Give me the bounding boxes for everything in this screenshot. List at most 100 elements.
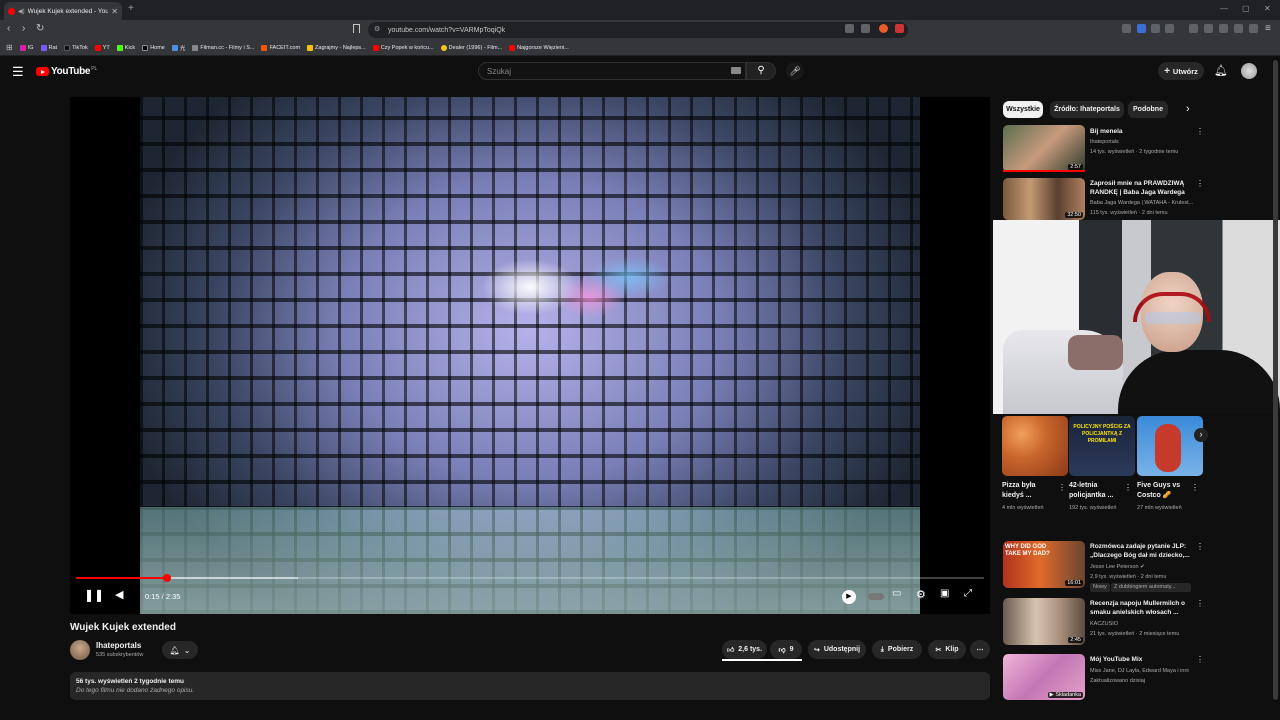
bookmark-wiezienia[interactable]: Najgorsze Więzieni... xyxy=(509,44,569,51)
autoplay-toggle[interactable] xyxy=(868,593,884,600)
apps-grid-icon[interactable]: ⊞ xyxy=(6,43,13,52)
vpn-icon[interactable] xyxy=(1249,24,1258,33)
create-button[interactable]: + Utwórz xyxy=(1158,62,1204,80)
more-actions-icon[interactable]: ⋯ xyxy=(970,640,990,659)
brave-shields-icon[interactable] xyxy=(879,24,888,33)
share-button[interactable]: ↪ Udostępnij xyxy=(808,640,866,659)
address-bar[interactable]: youtube.com/watch?v=VARMpToqiQk xyxy=(368,22,908,38)
search-input[interactable]: Szukaj xyxy=(478,62,746,80)
sidebar-icon[interactable] xyxy=(1204,24,1213,33)
video-title[interactable]: Zaprosił mnie na PRAWDZIWĄ RANDKĘ | Baba… xyxy=(1090,179,1194,197)
youtube-logo[interactable]: YouTube PL xyxy=(36,66,97,77)
short-thumbnail[interactable] xyxy=(1137,416,1203,476)
extensions-puzzle-icon[interactable] xyxy=(1234,24,1243,33)
bookmark-zagrajmy[interactable]: Zagrajmy - Najleps... xyxy=(307,44,366,51)
fullscreen-icon[interactable]: ⤢ xyxy=(964,588,972,599)
channel-avatar[interactable] xyxy=(70,640,90,660)
bookmark-filman[interactable]: Filman.cc - Filmy i S... xyxy=(192,44,254,51)
bookmark-kanji[interactable]: 光 xyxy=(171,44,185,52)
subtitles-icon[interactable]: ▭ xyxy=(892,588,901,599)
more-vert-icon[interactable]: ⋮ xyxy=(1058,483,1066,492)
video-title[interactable]: Bij menela xyxy=(1090,127,1190,136)
extension-icon[interactable] xyxy=(1151,24,1160,33)
notifications-bell-icon[interactable]: 🔔︎ xyxy=(1214,64,1228,77)
description-box[interactable]: 56 tys. wyświetleń 2 tygodnie temu Do te… xyxy=(70,672,990,700)
share-page-icon[interactable] xyxy=(861,24,870,33)
theater-mode-icon[interactable]: ▣ xyxy=(940,588,949,599)
bookmark-rat[interactable]: Rat xyxy=(40,44,57,51)
more-vert-icon[interactable]: ⋮ xyxy=(1196,542,1204,551)
extension-icon[interactable] xyxy=(1122,24,1131,33)
bookmark-home[interactable]: Home xyxy=(142,44,165,51)
video-title[interactable]: Rozmówca zadaje pytanie JLP: „Dlaczego B… xyxy=(1090,542,1194,560)
music-icon[interactable] xyxy=(1189,24,1198,33)
thumbnail[interactable]: 32:50 xyxy=(1003,178,1085,220)
extension-icon[interactable] xyxy=(1137,24,1146,33)
forward-icon[interactable]: › xyxy=(22,23,25,34)
chip-source[interactable]: Źródło: Ihateportals xyxy=(1050,101,1124,118)
browser-menu-icon[interactable]: ≡ xyxy=(1265,23,1271,34)
close-window-icon[interactable]: ✕ xyxy=(1264,4,1271,13)
like-button[interactable]: 👍︎ 2,6 tys. xyxy=(722,640,767,659)
extension-icon[interactable] xyxy=(1165,24,1174,33)
pause-icon[interactable]: ❚❚ xyxy=(84,588,104,602)
back-icon[interactable]: ‹ xyxy=(7,23,10,34)
guide-menu-icon[interactable]: ☰ xyxy=(12,64,24,80)
dislike-button[interactable]: 👎︎ 9 xyxy=(770,640,802,659)
bookmark-popek[interactable]: Czy Popek w końcu... xyxy=(372,44,434,51)
short-thumbnail[interactable] xyxy=(1002,416,1068,476)
bookmark-tiktok[interactable]: TikTok xyxy=(64,44,88,51)
more-vert-icon[interactable]: ⋮ xyxy=(1196,599,1204,608)
short-thumbnail[interactable]: POLICYJNY POŚCIG ZA POLICJANTKĄ Z PROMIL… xyxy=(1069,416,1135,476)
thumbnail[interactable]: 2:57 xyxy=(1003,125,1085,172)
close-tab-icon[interactable]: ✕ xyxy=(111,7,118,16)
video-player[interactable] xyxy=(70,97,990,614)
short-title[interactable]: Five Guys vs Costco 🥜 xyxy=(1137,481,1193,501)
page-scrollbar[interactable] xyxy=(1273,60,1278,700)
chip-related[interactable]: Podobne xyxy=(1128,101,1168,118)
bookmark-ig[interactable]: IG xyxy=(19,44,34,51)
thumbnail[interactable]: 2:45 xyxy=(1003,598,1085,645)
thumbnail[interactable]: WHY DID GOD TAKE MY DAD? 16:01 xyxy=(1003,541,1085,588)
more-vert-icon[interactable]: ⋮ xyxy=(1196,179,1204,188)
download-button[interactable]: ⤓ Pobierz xyxy=(872,640,922,659)
short-title[interactable]: 42-letnia policjantka ... xyxy=(1069,481,1125,501)
more-vert-icon[interactable]: ⋮ xyxy=(1191,483,1199,492)
search-button[interactable]: ⚲ xyxy=(746,62,776,80)
account-avatar[interactable] xyxy=(1241,63,1257,79)
shorts-next-chevron-icon[interactable]: › xyxy=(1194,428,1208,442)
site-info-icon[interactable]: ⚙ xyxy=(374,25,380,33)
progress-scrubber[interactable] xyxy=(162,574,171,582)
wallet-icon[interactable] xyxy=(1219,24,1228,33)
bookmark-yt[interactable]: YT xyxy=(94,44,110,51)
bookmark-kick[interactable]: Kick xyxy=(116,44,135,51)
clip-button[interactable]: ✂ Klip xyxy=(928,640,966,659)
audio-playing-icon[interactable]: ◀) xyxy=(18,8,25,15)
volume-icon[interactable]: ◀︎ xyxy=(115,588,123,601)
miniplayer-play-icon[interactable]: ▶ xyxy=(842,590,856,604)
reload-icon[interactable]: ↻ xyxy=(36,23,44,34)
keyboard-icon[interactable] xyxy=(731,67,741,74)
video-title[interactable]: Recenzja napoju Mullermilch o smaku anie… xyxy=(1090,599,1194,617)
bookmark-faceit[interactable]: FACEIT.com xyxy=(261,44,300,51)
chevron-right-icon[interactable]: › xyxy=(1186,103,1190,115)
settings-gear-icon[interactable]: ⚙ xyxy=(916,588,926,601)
bookmark-dealer[interactable]: Dealer (1996) - Film... xyxy=(440,44,502,51)
new-tab-icon[interactable]: + xyxy=(128,3,134,14)
subscription-bell-button[interactable]: 🔔︎ ⌄ xyxy=(162,641,198,659)
cast-icon[interactable] xyxy=(845,24,854,33)
bookmark-page-icon[interactable] xyxy=(353,24,360,33)
channel-name[interactable]: Ihateportals xyxy=(96,641,141,650)
voice-search-mic-icon[interactable]: 🎤︎ xyxy=(786,62,804,80)
maximize-icon[interactable]: ▢ xyxy=(1242,4,1250,13)
minimize-icon[interactable]: — xyxy=(1220,4,1228,13)
chip-all[interactable]: Wszystkie xyxy=(1003,101,1043,118)
more-vert-icon[interactable]: ⋮ xyxy=(1124,483,1132,492)
short-title[interactable]: Pizza była kiedyś ... xyxy=(1002,481,1058,501)
rewards-icon[interactable] xyxy=(895,24,904,33)
more-vert-icon[interactable]: ⋮ xyxy=(1196,655,1204,664)
browser-tab[interactable]: ◀) Wujek Kujek extended - YouTube ✕ xyxy=(4,2,122,20)
more-vert-icon[interactable]: ⋮ xyxy=(1196,127,1204,136)
video-title[interactable]: Mój YouTube Mix xyxy=(1090,655,1194,664)
thumbnail[interactable]: ▶ Składanka xyxy=(1003,654,1085,700)
